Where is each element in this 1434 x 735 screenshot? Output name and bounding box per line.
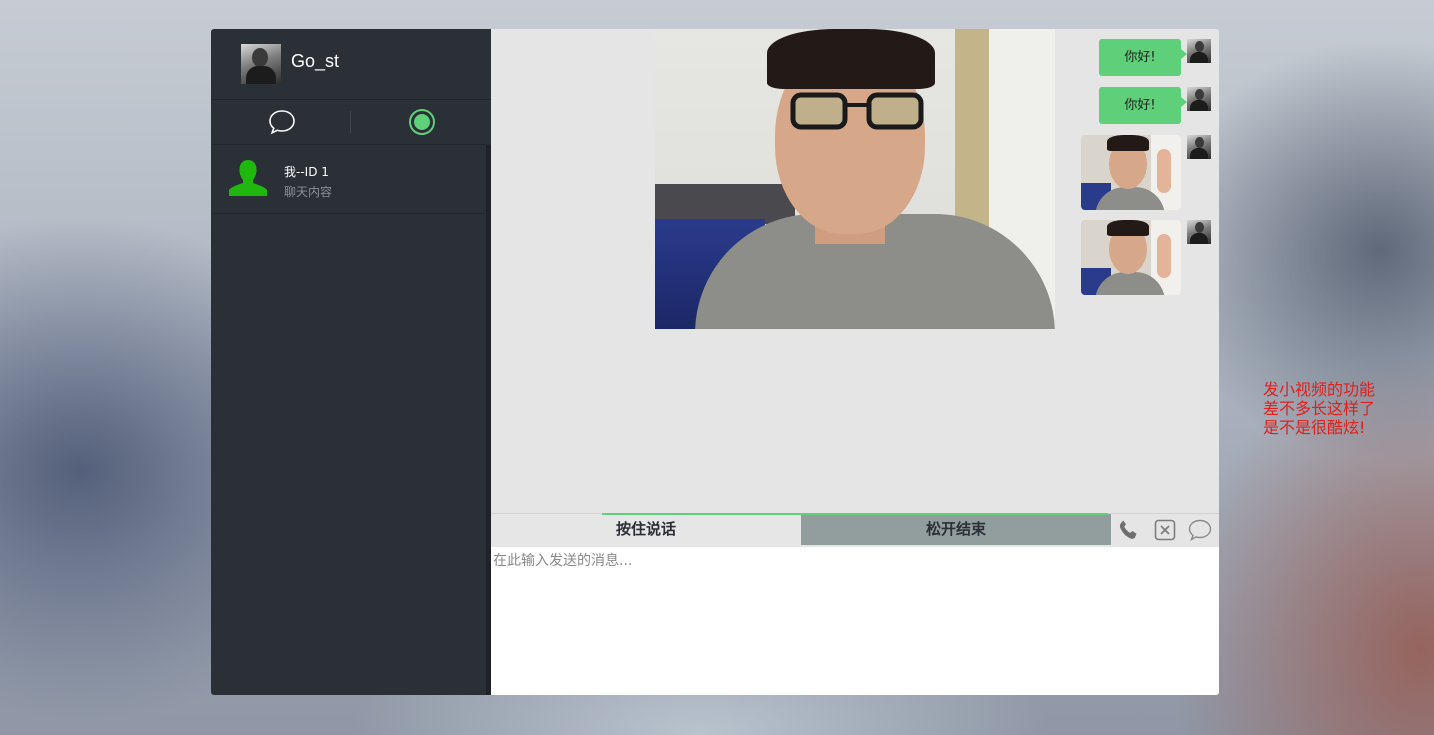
contact-list-item[interactable]: 我--ID 1 聊天内容 [211,145,491,214]
video-message-thumbnail[interactable] [1081,135,1181,210]
chat-bubble-icon [269,110,295,135]
message-row: 你好! [1091,87,1211,124]
annotation-text: 发小视频的功能 差不多长这样了 是不是很酷炫! [1263,380,1413,437]
tab-chats[interactable] [211,100,351,144]
annotation-line: 发小视频的功能 [1263,380,1376,399]
annotation-line: 差不多长这样了 [1263,399,1376,418]
release-to-end-button[interactable]: 松开结束 [801,513,1111,545]
sender-avatar[interactable] [1187,39,1211,63]
annotation-line: 是不是很酷炫! [1263,418,1366,437]
composer-toolbar: 按住说话 松开结束 [491,513,1219,547]
record-progress-bar [602,513,801,515]
message-bubble: 你好! [1099,39,1187,76]
contact-name: 我--ID 1 [284,165,329,179]
message-row: 你好! [1091,39,1211,76]
profile-header: Go_st [211,29,491,100]
user-name: Go_st [291,51,340,71]
release-to-end-label: 松开结束 [925,520,986,538]
user-avatar[interactable] [241,44,281,84]
sidebar: Go_st 我--ID 1 聊天内容 [211,29,491,695]
message-bubble: 你好! [1099,87,1187,124]
sender-avatar[interactable] [1187,87,1211,111]
hold-to-talk-button[interactable]: 按住说话 [491,513,801,545]
hold-to-talk-label: 按住说话 [615,520,676,538]
silhouette-avatar-icon [229,160,267,196]
record-progress-bar [801,513,1108,515]
message-input[interactable] [491,547,1219,695]
tab-video[interactable] [351,100,491,144]
sidebar-tabs [211,100,491,145]
chat-panel: 你好! 你好! 按住说话 松开结束 [491,29,1219,695]
message-row [1071,135,1211,210]
sender-avatar[interactable] [1187,135,1211,159]
video-message-thumbnail[interactable] [1081,220,1181,295]
record-icon [409,109,435,135]
close-box-icon[interactable] [1153,518,1177,542]
contact-preview: 聊天内容 [284,185,333,199]
chat-bubble-icon[interactable] [1188,518,1212,542]
sender-avatar[interactable] [1187,220,1211,244]
video-preview[interactable] [655,29,1055,329]
phone-icon[interactable] [1117,518,1141,542]
message-row [1071,220,1211,295]
